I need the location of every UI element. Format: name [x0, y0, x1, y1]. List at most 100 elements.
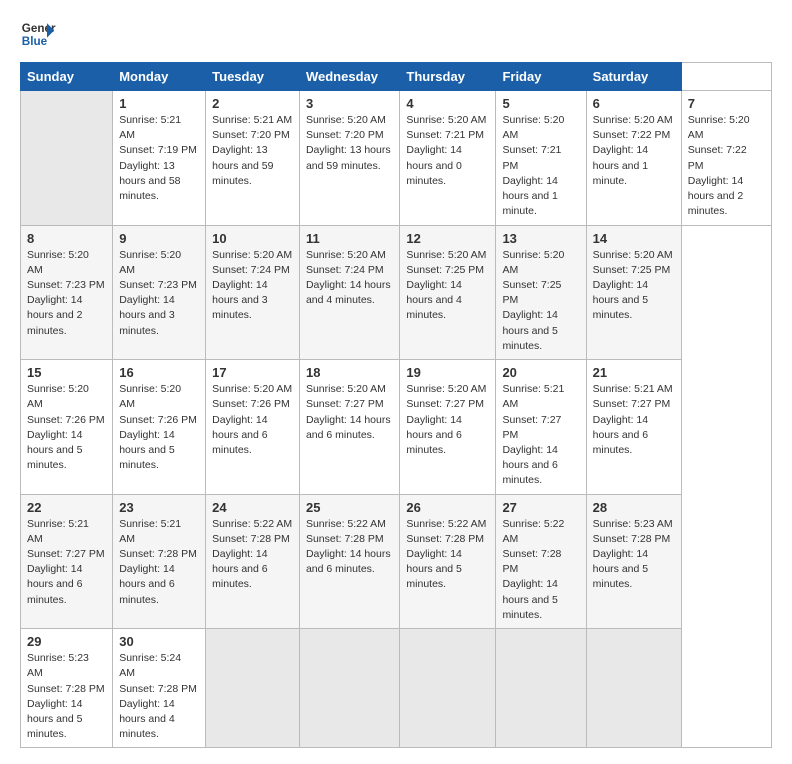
- calendar-cell: 15Sunrise: 5:20 AMSunset: 7:26 PMDayligh…: [21, 360, 113, 495]
- day-number: 25: [306, 500, 393, 515]
- calendar-cell: 19 Sunrise: 5:20 AMSunset: 7:27 PMDayligh…: [400, 360, 496, 495]
- day-number: 14: [593, 231, 675, 246]
- calendar-cell: 25Sunrise: 5:22 AMSunset: 7:28 PMDayligh…: [299, 494, 399, 629]
- day-info: Sunrise: 5:20 AMSunset: 7:27 PMDaylight:…: [406, 382, 489, 458]
- day-info: Sunrise: 5:21 AMSunset: 7:28 PMDaylight:…: [119, 517, 199, 608]
- day-info: Sunrise: 5:20 AMSunset: 7:25 PMDaylight:…: [502, 248, 579, 355]
- day-number: 11: [306, 231, 393, 246]
- calendar-cell: 29 Sunrise: 5:23 AMSunset: 7:28 PMDayligh…: [21, 629, 113, 748]
- calendar-cell: 23 Sunrise: 5:21 AMSunset: 7:28 PMDayligh…: [113, 494, 206, 629]
- day-number: 9: [119, 231, 199, 246]
- calendar-cell: 10Sunrise: 5:20 AMSunset: 7:24 PMDayligh…: [206, 225, 300, 360]
- day-number: 7: [688, 96, 765, 111]
- day-number: 12: [406, 231, 489, 246]
- day-info: Sunrise: 5:20 AMSunset: 7:22 PMDaylight:…: [688, 113, 765, 220]
- weekday-header-sunday: Sunday: [21, 63, 113, 91]
- day-info: Sunrise: 5:20 AMSunset: 7:25 PMDaylight:…: [406, 248, 489, 324]
- calendar-cell: 16Sunrise: 5:20 AMSunset: 7:26 PMDayligh…: [113, 360, 206, 495]
- calendar-cell: 24 Sunrise: 5:22 AMSunset: 7:28 PMDayligh…: [206, 494, 300, 629]
- day-info: Sunrise: 5:23 AMSunset: 7:28 PMDaylight:…: [27, 651, 106, 742]
- calendar-body: 1Sunrise: 5:21 AMSunset: 7:19 PMDaylight…: [21, 91, 772, 748]
- header: General Blue: [20, 16, 772, 52]
- calendar-cell: 11 Sunrise: 5:20 AMSunset: 7:24 PMDayligh…: [299, 225, 399, 360]
- calendar-cell: 26 Sunrise: 5:22 AMSunset: 7:28 PMDayligh…: [400, 494, 496, 629]
- day-number: 23: [119, 500, 199, 515]
- day-info: Sunrise: 5:21 AMSunset: 7:27 PMDaylight:…: [502, 382, 579, 489]
- day-info: Sunrise: 5:23 AMSunset: 7:28 PMDaylight:…: [593, 517, 675, 593]
- week-row-1: 1Sunrise: 5:21 AMSunset: 7:19 PMDaylight…: [21, 91, 772, 226]
- day-info: Sunrise: 5:20 AMSunset: 7:21 PMDaylight:…: [406, 113, 489, 189]
- day-number: 29: [27, 634, 106, 649]
- day-info: Sunrise: 5:20 AMSunset: 7:24 PMDaylight:…: [212, 248, 293, 324]
- weekday-header-friday: Friday: [496, 63, 586, 91]
- day-number: 16: [119, 365, 199, 380]
- day-number: 17: [212, 365, 293, 380]
- weekday-header-monday: Monday: [113, 63, 206, 91]
- day-info: Sunrise: 5:20 AMSunset: 7:24 PMDaylight:…: [306, 248, 393, 309]
- calendar-cell: 13 Sunrise: 5:20 AMSunset: 7:25 PMDayligh…: [496, 225, 586, 360]
- calendar-cell: 1Sunrise: 5:21 AMSunset: 7:19 PMDaylight…: [113, 91, 206, 226]
- calendar-cell: [206, 629, 300, 748]
- calendar-cell: 2Sunrise: 5:21 AMSunset: 7:20 PMDaylight…: [206, 91, 300, 226]
- calendar-cell: [586, 629, 681, 748]
- day-info: Sunrise: 5:22 AMSunset: 7:28 PMDaylight:…: [406, 517, 489, 593]
- calendar-cell: 20 Sunrise: 5:21 AMSunset: 7:27 PMDayligh…: [496, 360, 586, 495]
- day-info: Sunrise: 5:20 AMSunset: 7:27 PMDaylight:…: [306, 382, 393, 443]
- logo: General Blue: [20, 16, 56, 52]
- weekday-header-row: SundayMondayTuesdayWednesdayThursdayFrid…: [21, 63, 772, 91]
- day-number: 13: [502, 231, 579, 246]
- day-info: Sunrise: 5:20 AMSunset: 7:26 PMDaylight:…: [27, 382, 106, 473]
- calendar-cell: 30Sunrise: 5:24 AMSunset: 7:28 PMDayligh…: [113, 629, 206, 748]
- day-number: 8: [27, 231, 106, 246]
- day-info: Sunrise: 5:20 AMSunset: 7:20 PMDaylight:…: [306, 113, 393, 174]
- day-number: 5: [502, 96, 579, 111]
- calendar-cell: 9 Sunrise: 5:20 AMSunset: 7:23 PMDaylight…: [113, 225, 206, 360]
- day-info: Sunrise: 5:21 AMSunset: 7:27 PMDaylight:…: [593, 382, 675, 458]
- calendar-cell: 22 Sunrise: 5:21 AMSunset: 7:27 PMDayligh…: [21, 494, 113, 629]
- calendar-cell: 28 Sunrise: 5:23 AMSunset: 7:28 PMDayligh…: [586, 494, 681, 629]
- day-number: 30: [119, 634, 199, 649]
- day-number: 19: [406, 365, 489, 380]
- day-info: Sunrise: 5:22 AMSunset: 7:28 PMDaylight:…: [212, 517, 293, 593]
- day-info: Sunrise: 5:21 AMSunset: 7:27 PMDaylight:…: [27, 517, 106, 608]
- week-row-3: 15Sunrise: 5:20 AMSunset: 7:26 PMDayligh…: [21, 360, 772, 495]
- calendar-cell: 17Sunrise: 5:20 AMSunset: 7:26 PMDayligh…: [206, 360, 300, 495]
- calendar-cell: 6 Sunrise: 5:20 AMSunset: 7:22 PMDaylight…: [586, 91, 681, 226]
- day-info: Sunrise: 5:20 AMSunset: 7:22 PMDaylight:…: [593, 113, 675, 189]
- calendar-cell: 4 Sunrise: 5:20 AMSunset: 7:21 PMDaylight…: [400, 91, 496, 226]
- calendar-cell: 14 Sunrise: 5:20 AMSunset: 7:25 PMDayligh…: [586, 225, 681, 360]
- day-number: 27: [502, 500, 579, 515]
- day-number: 3: [306, 96, 393, 111]
- weekday-header-thursday: Thursday: [400, 63, 496, 91]
- calendar-cell: 18 Sunrise: 5:20 AMSunset: 7:27 PMDayligh…: [299, 360, 399, 495]
- day-number: 20: [502, 365, 579, 380]
- day-number: 6: [593, 96, 675, 111]
- calendar-cell: [400, 629, 496, 748]
- day-number: 28: [593, 500, 675, 515]
- calendar-cell: [21, 91, 113, 226]
- week-row-5: 29 Sunrise: 5:23 AMSunset: 7:28 PMDayligh…: [21, 629, 772, 748]
- day-info: Sunrise: 5:20 AMSunset: 7:21 PMDaylight:…: [502, 113, 579, 220]
- day-number: 26: [406, 500, 489, 515]
- calendar-cell: 7 Sunrise: 5:20 AMSunset: 7:22 PMDaylight…: [681, 91, 771, 226]
- calendar-container: General Blue SundayMondayTuesdayWednesda…: [0, 0, 792, 764]
- week-row-2: 8 Sunrise: 5:20 AMSunset: 7:23 PMDaylight…: [21, 225, 772, 360]
- day-number: 22: [27, 500, 106, 515]
- day-number: 4: [406, 96, 489, 111]
- day-info: Sunrise: 5:20 AMSunset: 7:25 PMDaylight:…: [593, 248, 675, 324]
- calendar-cell: 8 Sunrise: 5:20 AMSunset: 7:23 PMDaylight…: [21, 225, 113, 360]
- day-number: 24: [212, 500, 293, 515]
- day-number: 18: [306, 365, 393, 380]
- calendar-table: SundayMondayTuesdayWednesdayThursdayFrid…: [20, 62, 772, 748]
- svg-text:Blue: Blue: [22, 35, 48, 48]
- day-number: 21: [593, 365, 675, 380]
- calendar-cell: 3 Sunrise: 5:20 AMSunset: 7:20 PMDaylight…: [299, 91, 399, 226]
- day-info: Sunrise: 5:21 AMSunset: 7:20 PMDaylight:…: [212, 113, 293, 189]
- day-info: Sunrise: 5:22 AMSunset: 7:28 PMDaylight:…: [502, 517, 579, 624]
- calendar-cell: 27 Sunrise: 5:22 AMSunset: 7:28 PMDayligh…: [496, 494, 586, 629]
- calendar-cell: [299, 629, 399, 748]
- day-info: Sunrise: 5:21 AMSunset: 7:19 PMDaylight:…: [119, 113, 199, 204]
- day-info: Sunrise: 5:20 AMSunset: 7:23 PMDaylight:…: [27, 248, 106, 339]
- day-info: Sunrise: 5:20 AMSunset: 7:23 PMDaylight:…: [119, 248, 199, 339]
- week-row-4: 22 Sunrise: 5:21 AMSunset: 7:27 PMDayligh…: [21, 494, 772, 629]
